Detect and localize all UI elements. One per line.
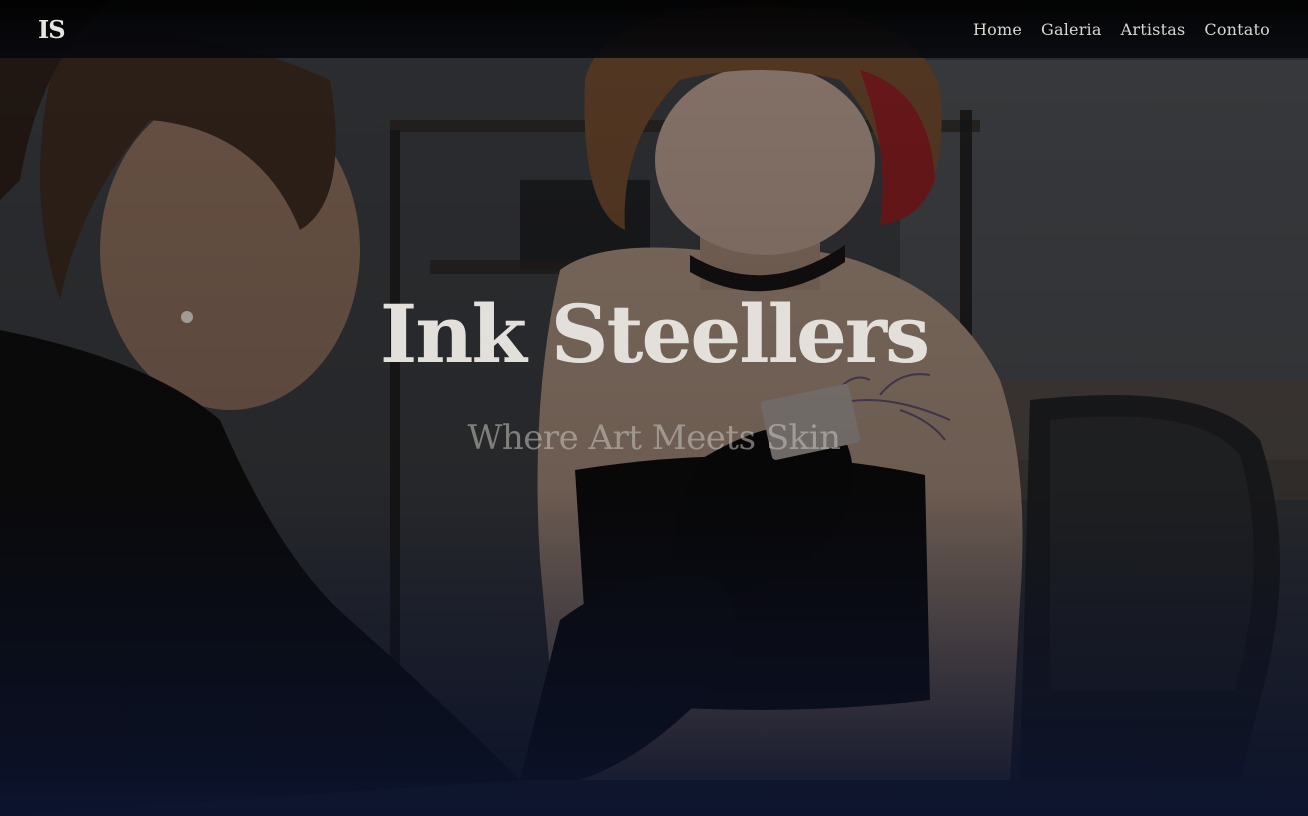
nav-item-home: Home <box>973 20 1022 39</box>
nav-item-artistas: Artistas <box>1121 20 1186 39</box>
nav-item-galeria: Galeria <box>1041 20 1102 39</box>
landing-page: IS Home Galeria Artistas Contato Ink Ste… <box>0 0 1308 816</box>
top-navbar: IS Home Galeria Artistas Contato <box>0 0 1308 58</box>
nav-link-contato[interactable]: Contato <box>1204 20 1270 39</box>
nav-link-home[interactable]: Home <box>973 20 1022 39</box>
nav-menu: Home Galeria Artistas Contato <box>973 20 1270 39</box>
nav-link-galeria[interactable]: Galeria <box>1041 20 1102 39</box>
hero-section: Ink Steellers Where Art Meets Skin <box>0 290 1308 458</box>
hero-subtitle: Where Art Meets Skin <box>467 418 841 458</box>
nav-link-artistas[interactable]: Artistas <box>1121 20 1186 39</box>
nav-item-contato: Contato <box>1204 20 1270 39</box>
hero-title: Ink Steellers <box>379 287 930 381</box>
site-logo[interactable]: IS <box>38 15 66 44</box>
